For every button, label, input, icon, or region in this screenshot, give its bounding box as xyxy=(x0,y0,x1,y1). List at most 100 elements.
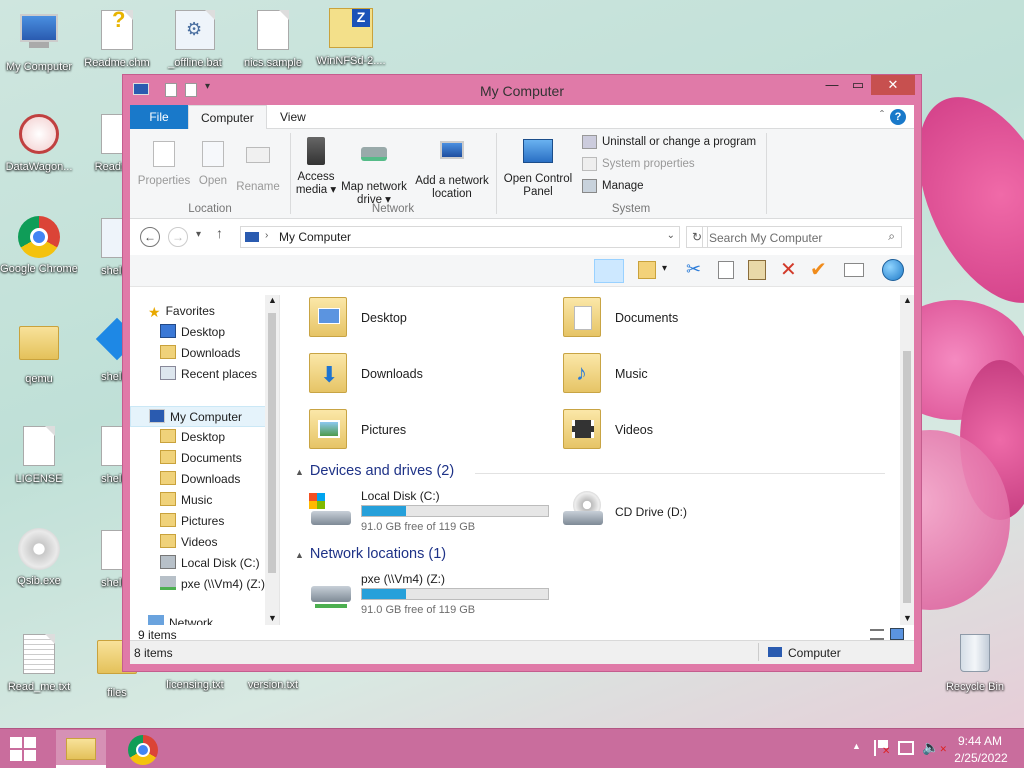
ribbon-collapse-icon[interactable]: ˆ xyxy=(880,108,884,122)
view-options-dropdown-icon[interactable]: ▾ xyxy=(662,263,667,274)
nav-fav-recent-label: Recent places xyxy=(181,367,258,381)
up-button[interactable]: ↑ xyxy=(216,225,223,241)
nav-my-computer[interactable]: My Computer xyxy=(130,406,270,427)
nav-fav-recent-places[interactable]: Recent places xyxy=(160,364,257,385)
videos-folder-icon xyxy=(160,534,176,548)
desktop-icon-qemu[interactable]: qemu xyxy=(0,318,78,386)
maximize-button[interactable]: ▭ xyxy=(845,75,871,95)
map-network-drive-button[interactable]: Map network drive ▾ xyxy=(338,137,410,207)
devices-section-header[interactable]: ▲ Devices and drives (2) xyxy=(295,463,885,483)
nav-scrollbar[interactable]: ▲ ▼ xyxy=(265,295,279,625)
minimize-button[interactable]: — xyxy=(819,75,845,95)
access-media-button[interactable]: Access media ▾ xyxy=(294,137,338,197)
delete-icon[interactable]: ✕ xyxy=(780,257,797,282)
nav-fav-desktop[interactable]: Desktop xyxy=(160,322,225,343)
open-button[interactable]: Open xyxy=(194,139,232,188)
nav-local-disk[interactable]: Local Disk (C:) xyxy=(160,553,260,574)
drive-local-disk[interactable]: Local Disk (C:) 91.0 GB free of 119 GB xyxy=(309,489,559,539)
drive-cd[interactable]: CD Drive (D:) xyxy=(563,489,763,539)
manage-button[interactable]: Manage xyxy=(582,177,644,195)
uninstall-program-button[interactable]: Uninstall or change a program xyxy=(582,133,756,151)
help-icon[interactable]: ? xyxy=(890,109,906,125)
nav-pxe-label: pxe (\\Vm4) (Z:) xyxy=(181,577,266,591)
ribbon-tabs: File Computer View ˆ ? xyxy=(130,105,914,130)
show-hidden-icons-button[interactable]: ▲ xyxy=(852,741,861,751)
taskbar-file-explorer-button[interactable] xyxy=(56,730,106,768)
globe-icon[interactable] xyxy=(882,259,904,281)
pxe-usage-bar xyxy=(361,588,549,600)
back-button[interactable]: ← xyxy=(140,227,160,247)
clock-date[interactable]: 2/25/2022 xyxy=(950,751,1012,765)
close-button[interactable]: ✕ xyxy=(871,75,915,95)
properties-small-icon[interactable] xyxy=(844,263,864,277)
address-bar[interactable]: › My Computer ⌄ xyxy=(240,226,680,248)
nav-network[interactable]: Network xyxy=(148,613,213,625)
search-input[interactable]: Search My Computer xyxy=(709,231,822,245)
nav-documents[interactable]: Documents xyxy=(160,448,242,469)
nav-fav-downloads[interactable]: Downloads xyxy=(160,343,240,364)
nav-videos[interactable]: Videos xyxy=(160,532,217,553)
nav-downloads[interactable]: Downloads xyxy=(160,469,240,490)
paste-icon[interactable] xyxy=(748,260,766,280)
copy-icon[interactable] xyxy=(718,261,734,279)
uninstall-label: Uninstall or change a program xyxy=(602,136,757,148)
breadcrumb-my-computer[interactable]: My Computer xyxy=(279,230,351,244)
nav-pictures[interactable]: Pictures xyxy=(160,511,224,532)
desktop-icon-license[interactable]: LICENSE xyxy=(0,424,78,486)
recent-locations-icon[interactable]: ▾ xyxy=(196,229,201,240)
network-status-icon[interactable] xyxy=(898,741,914,755)
preview-pane-button[interactable] xyxy=(594,259,624,283)
details-view-icon[interactable] xyxy=(870,629,884,640)
desktop-icon-google-chrome[interactable]: Google Chrome xyxy=(0,216,78,276)
desktop-icon-my-computer[interactable]: My Computer xyxy=(0,8,78,74)
group-network: Network xyxy=(371,203,415,215)
documents-folder-icon xyxy=(563,297,605,341)
desktop-icon-read-me-txt[interactable]: Read_me.txt xyxy=(0,632,78,694)
tab-computer[interactable]: Computer xyxy=(188,105,267,130)
desktop-icon xyxy=(160,324,176,338)
checkmark-icon[interactable]: ✔ xyxy=(810,257,827,282)
view-options-icon[interactable] xyxy=(638,261,656,279)
drive-pxe[interactable]: pxe (\\Vm4) (Z:) 91.0 GB free of 119 GB xyxy=(309,572,559,622)
command-toolbar: ▾ ✂ ✕ ✔ xyxy=(130,255,914,287)
desktop-icon-winnfsd[interactable]: Z WinNFSd-2.... xyxy=(312,8,390,68)
nav-music[interactable]: Music xyxy=(160,490,212,511)
network-section-header[interactable]: ▲ Network locations (1) xyxy=(295,546,885,566)
properties-button[interactable]: Properties xyxy=(136,139,192,188)
desktop-icon-recycle-bin[interactable]: Recycle Bin xyxy=(936,632,1014,694)
tab-file[interactable]: File xyxy=(130,105,188,129)
clock-time[interactable]: 9:44 AM xyxy=(955,734,1005,748)
pxe-usage-fill xyxy=(362,589,406,599)
open-label: Open xyxy=(198,175,228,187)
cut-icon[interactable]: ✂ xyxy=(686,259,701,280)
desktop-icon-offline-bat[interactable]: ⚙ _offline.bat xyxy=(156,8,234,70)
window-body: File Computer View ˆ ? Properties Open R… xyxy=(130,105,914,664)
nav-desktop[interactable]: Desktop xyxy=(160,427,225,448)
volume-muted-icon[interactable]: 🔈✕ xyxy=(922,739,947,756)
search-box[interactable]: Search My Computer ⌕ xyxy=(702,226,902,248)
taskbar-chrome-button[interactable] xyxy=(118,730,168,768)
nav-favorites[interactable]: ★ Favorites xyxy=(148,301,215,322)
desktop-icon-label: Recycle Bin xyxy=(945,681,1005,693)
system-properties-label: System properties xyxy=(602,158,695,170)
desktop-icon-datawagon[interactable]: DataWagon... xyxy=(0,112,78,174)
large-icons-view-icon[interactable] xyxy=(890,628,904,640)
desktop-icon-readme-chm[interactable]: ? Readme.chm xyxy=(78,7,156,70)
content-scrollbar[interactable]: ▲ ▼ xyxy=(900,295,914,625)
system-properties-icon xyxy=(582,157,597,171)
forward-button[interactable]: → xyxy=(168,227,188,247)
action-center-flag-icon[interactable]: ✕ xyxy=(874,740,890,757)
music-folder-icon xyxy=(160,492,176,506)
breadcrumb-separator-icon[interactable]: › xyxy=(265,230,268,241)
open-control-panel-button[interactable]: Open Control Panel xyxy=(500,137,576,199)
rename-button[interactable]: Rename xyxy=(234,139,282,194)
nav-pxe-drive[interactable]: pxe (\\Vm4) (Z:) xyxy=(160,574,265,595)
desktop-icon-qsib-exe[interactable]: Qsib.exe xyxy=(0,528,78,588)
title-bar[interactable]: ▾ My Computer — ▭ ✕ xyxy=(123,75,921,105)
address-dropdown-icon[interactable]: ⌄ xyxy=(667,230,675,241)
add-network-location-button[interactable]: Add a network location xyxy=(412,137,492,201)
system-properties-button[interactable]: System properties xyxy=(582,155,695,173)
start-button[interactable] xyxy=(10,737,36,761)
tab-view[interactable]: View xyxy=(268,105,318,129)
desktop-icon-nics-sample[interactable]: nics.sample xyxy=(234,8,312,70)
